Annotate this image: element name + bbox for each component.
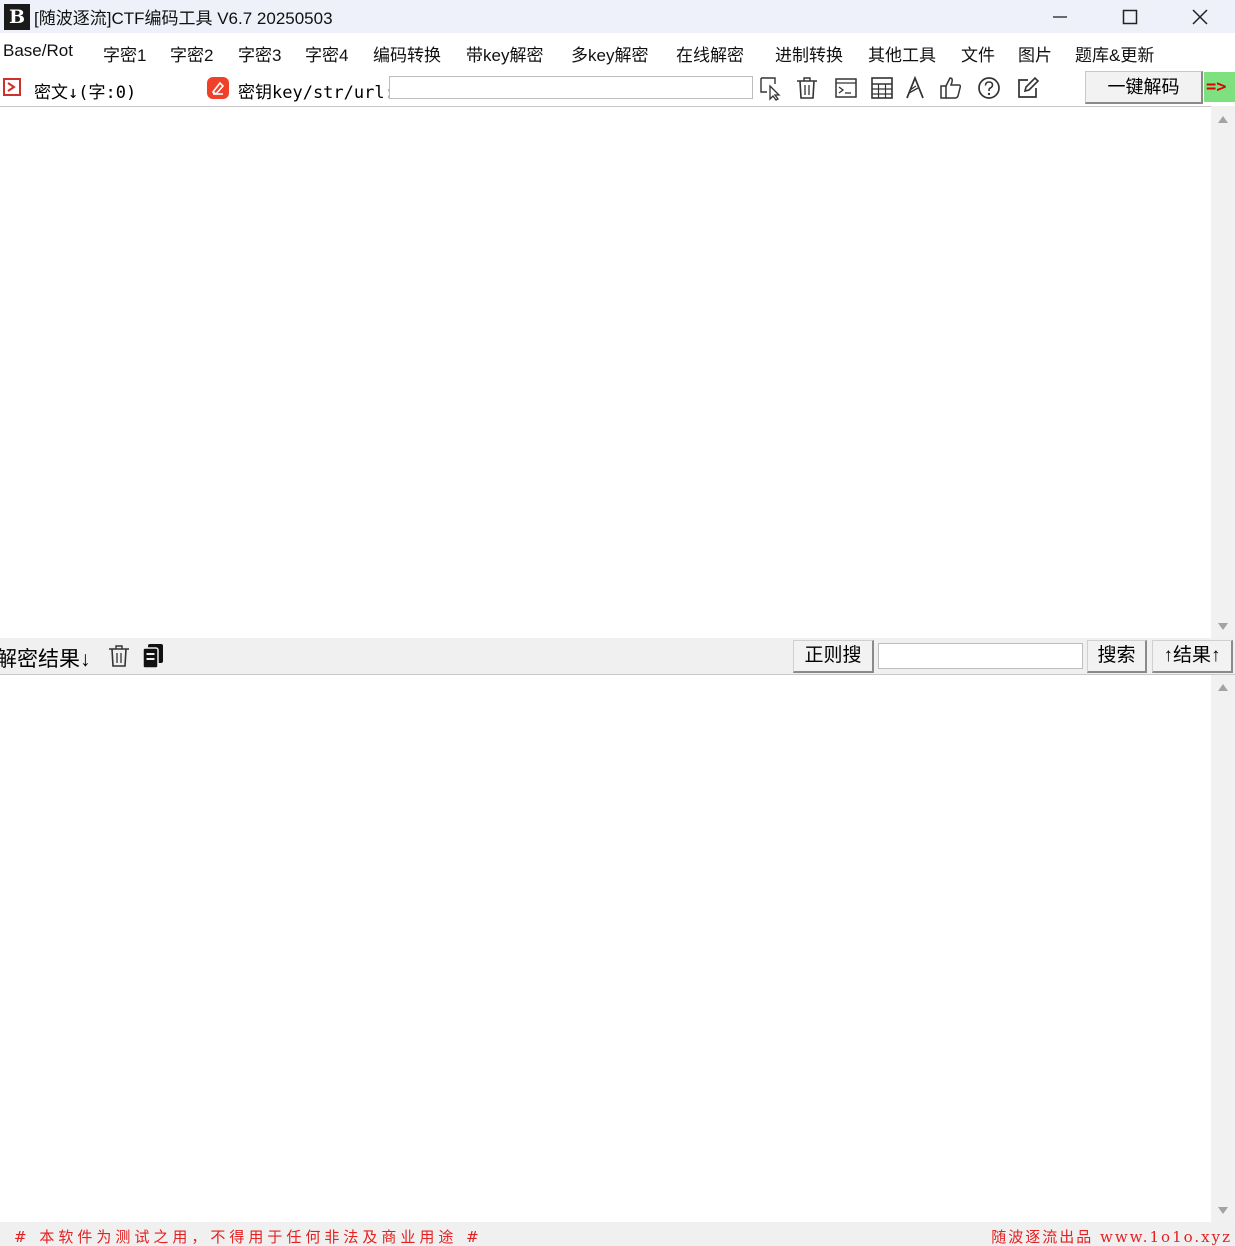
menu-encoding-convert[interactable]: 编码转换 bbox=[373, 41, 441, 66]
menu-library-update[interactable]: 题库&更新 bbox=[1075, 41, 1154, 66]
menu-key-decrypt[interactable]: 带key解密 bbox=[466, 41, 543, 66]
input-scrollbar[interactable] bbox=[1211, 106, 1235, 638]
search-input[interactable] bbox=[878, 643, 1083, 669]
key-input[interactable] bbox=[389, 76, 753, 99]
menu-word-cipher-2[interactable]: 字密2 bbox=[170, 41, 213, 66]
menu-base-convert[interactable]: 进制转换 bbox=[775, 41, 843, 66]
help-button[interactable] bbox=[977, 76, 1001, 100]
calculator-icon bbox=[871, 77, 893, 99]
calculator-button[interactable] bbox=[870, 76, 894, 100]
toolbar: 密文↓(字:0) 密钥key/str/url: 一键解码 bbox=[0, 70, 1235, 106]
menu-bar: Base/Rot 字密1 字密2 字密3 字密4 编码转换 带key解密 多ke… bbox=[0, 38, 1235, 68]
select-button[interactable] bbox=[758, 75, 784, 101]
trash-icon bbox=[797, 77, 817, 99]
import-button[interactable] bbox=[1, 76, 23, 98]
status-footer: # 本软件为测试之用，不得用于任何非法及商业用途 # 随波逐流出品 www.1o… bbox=[0, 1222, 1235, 1246]
scroll-up-arrow-icon[interactable] bbox=[1218, 684, 1228, 691]
menu-multi-key-decrypt[interactable]: 多key解密 bbox=[571, 41, 648, 66]
app-logo: B bbox=[4, 3, 30, 30]
scroll-down-arrow-icon[interactable] bbox=[1218, 1207, 1228, 1214]
font-icon bbox=[906, 76, 924, 99]
trash-icon bbox=[109, 645, 129, 667]
regex-search-button[interactable]: 正则搜 bbox=[793, 640, 874, 673]
send-to-result-button[interactable]: => bbox=[1204, 72, 1235, 102]
terminal-button[interactable] bbox=[834, 76, 858, 100]
menu-base-rot[interactable]: Base/Rot bbox=[3, 41, 73, 61]
clear-result-button[interactable] bbox=[107, 644, 131, 668]
credit-text: 随波逐流出品 www.1o1o.xyz bbox=[991, 1228, 1232, 1246]
clear-input-button[interactable] bbox=[795, 75, 819, 101]
menu-file[interactable]: 文件 bbox=[961, 41, 995, 66]
menu-online-decrypt[interactable]: 在线解密 bbox=[676, 41, 744, 66]
key-label: 密钥key/str/url: bbox=[238, 83, 395, 103]
minimize-button[interactable] bbox=[1025, 0, 1095, 33]
copy-icon bbox=[142, 644, 163, 669]
terminal-icon bbox=[835, 78, 857, 98]
maximize-icon bbox=[1122, 9, 1138, 24]
menu-word-cipher-4[interactable]: 字密4 bbox=[305, 41, 348, 66]
search-button[interactable]: 搜索 bbox=[1087, 640, 1147, 673]
menu-image[interactable]: 图片 bbox=[1018, 41, 1052, 66]
eraser-icon bbox=[207, 77, 229, 99]
maximize-button[interactable] bbox=[1095, 0, 1165, 33]
edit-button[interactable] bbox=[1016, 76, 1040, 100]
scroll-down-arrow-icon[interactable] bbox=[1218, 623, 1228, 630]
scroll-up-arrow-icon[interactable] bbox=[1218, 116, 1228, 123]
disclaimer-text: # 本软件为测试之用，不得用于任何非法及商业用途 # bbox=[14, 1228, 483, 1246]
minimize-icon bbox=[1053, 15, 1067, 18]
cipher-label: 密文↓(字:0) bbox=[34, 83, 137, 103]
font-button[interactable] bbox=[904, 76, 926, 100]
window-title: [随波逐流]CTF编码工具 V6.7 20250503 bbox=[34, 9, 333, 28]
import-icon bbox=[3, 78, 21, 96]
select-cursor-icon bbox=[760, 77, 781, 101]
close-icon bbox=[1192, 8, 1208, 25]
result-scrollbar[interactable] bbox=[1211, 675, 1235, 1222]
one-click-decode-button[interactable]: 一键解码 bbox=[1085, 71, 1203, 104]
result-bar: 解密结果↓ 正则搜 搜索 ↑结果↑ bbox=[0, 638, 1235, 675]
close-button[interactable] bbox=[1165, 0, 1235, 33]
like-button[interactable] bbox=[939, 75, 963, 101]
copy-result-button[interactable] bbox=[141, 643, 165, 669]
help-icon bbox=[978, 77, 1000, 99]
cipher-text-area[interactable] bbox=[0, 106, 1211, 638]
key-clear-button[interactable] bbox=[206, 76, 230, 100]
title-bar: B [随波逐流]CTF编码工具 V6.7 20250503 bbox=[0, 0, 1235, 33]
menu-word-cipher-3[interactable]: 字密3 bbox=[238, 41, 281, 66]
result-to-input-button[interactable]: ↑结果↑ bbox=[1152, 640, 1233, 673]
edit-icon bbox=[1018, 76, 1040, 98]
menu-other-tools[interactable]: 其他工具 bbox=[868, 41, 936, 66]
menu-word-cipher-1[interactable]: 字密1 bbox=[103, 41, 146, 66]
result-text-area[interactable] bbox=[0, 675, 1211, 1222]
thumbs-up-icon bbox=[940, 77, 962, 99]
result-label: 解密结果↓ bbox=[0, 648, 91, 671]
window-controls bbox=[1025, 0, 1235, 33]
